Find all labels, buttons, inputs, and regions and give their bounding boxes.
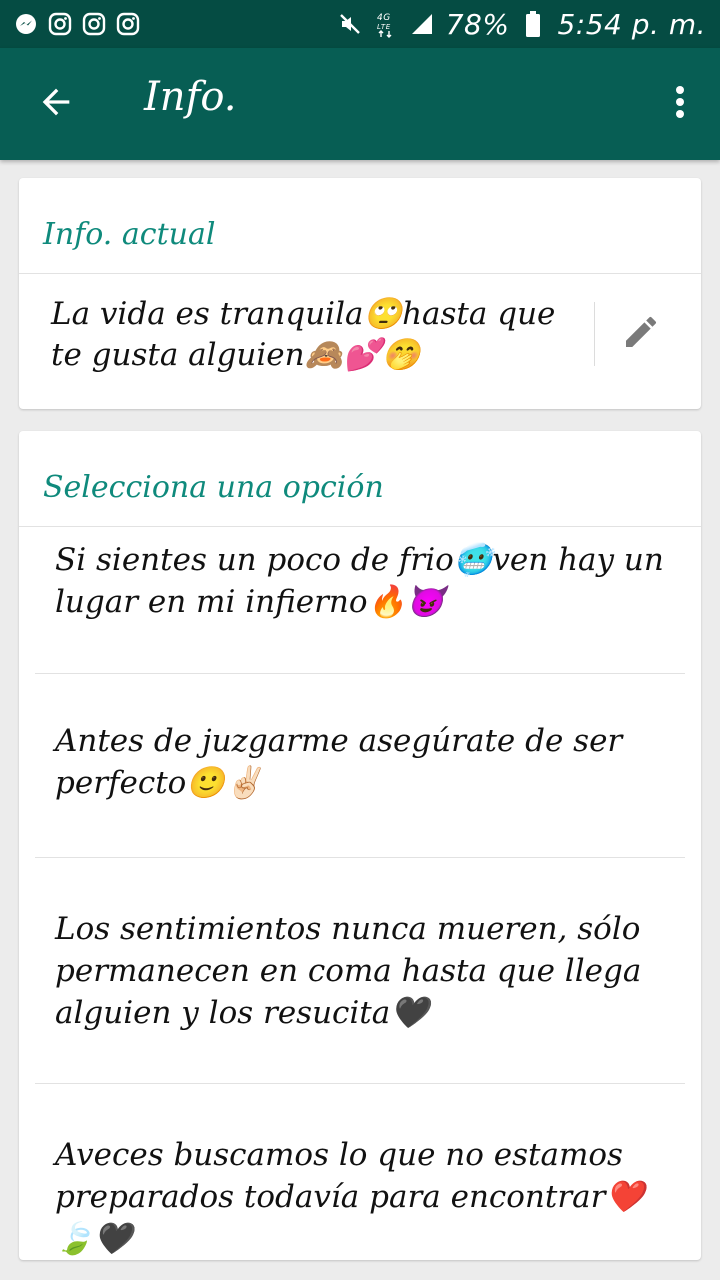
list-item[interactable]: Antes de juzgarme asegúrate de ser perfe… <box>35 674 685 858</box>
arrow-left-icon <box>36 82 76 126</box>
vertical-divider <box>594 302 595 366</box>
list-item[interactable]: Aveces buscamos lo que no estamos prepar… <box>35 1084 685 1260</box>
svg-text:LTE: LTE <box>377 23 391 31</box>
status-bar: 4G LTE 78% 5:54 p. m. <box>0 0 720 48</box>
current-about-row[interactable]: La vida es tranquila🙄hasta que te gusta … <box>19 274 701 408</box>
list-item[interactable]: Si sientes un poco de frio🥶ven hay un lu… <box>35 527 685 674</box>
more-vert-icon <box>674 82 686 126</box>
back-button[interactable] <box>28 76 84 132</box>
mute-icon <box>338 12 362 36</box>
messenger-icon <box>14 12 38 36</box>
about-options-card: Selecciona una opción Si sientes un poco… <box>19 431 701 1260</box>
clock: 5:54 p. m. <box>557 7 706 41</box>
system-icons: 4G LTE 78% 5:54 p. m. <box>338 8 706 41</box>
pencil-icon <box>621 312 661 356</box>
app-bar: Info. <box>0 48 720 160</box>
battery-percent: 78% <box>445 7 510 41</box>
current-about-header: Info. actual <box>19 178 701 274</box>
notification-icons <box>14 12 140 36</box>
battery-icon <box>521 11 545 37</box>
current-about-card: Info. actual La vida es tranquila🙄hasta … <box>19 178 701 409</box>
lte-icon: 4G LTE <box>374 12 398 38</box>
instagram-icon <box>116 12 140 36</box>
option-text: Aveces buscamos lo que no estamos prepar… <box>55 1137 645 1257</box>
page-title: Info. <box>144 74 237 120</box>
current-about-text: La vida es tranquila🙄hasta que te gusta … <box>51 296 556 373</box>
signal-icon <box>410 12 434 36</box>
option-text: Antes de juzgarme asegúrate de ser perfe… <box>55 723 623 801</box>
overflow-menu-button[interactable] <box>660 76 700 132</box>
option-text: Los sentimientos nunca mueren, sólo perm… <box>55 911 642 1031</box>
edit-about-button[interactable] <box>617 310 665 358</box>
option-text: Si sientes un poco de frio🥶ven hay un lu… <box>55 542 664 620</box>
instagram-icon <box>82 12 106 36</box>
list-item[interactable]: Los sentimientos nunca mueren, sólo perm… <box>35 858 685 1084</box>
options-header: Selecciona una opción <box>19 431 701 527</box>
svg-text:4G: 4G <box>377 13 391 23</box>
instagram-icon <box>48 12 72 36</box>
